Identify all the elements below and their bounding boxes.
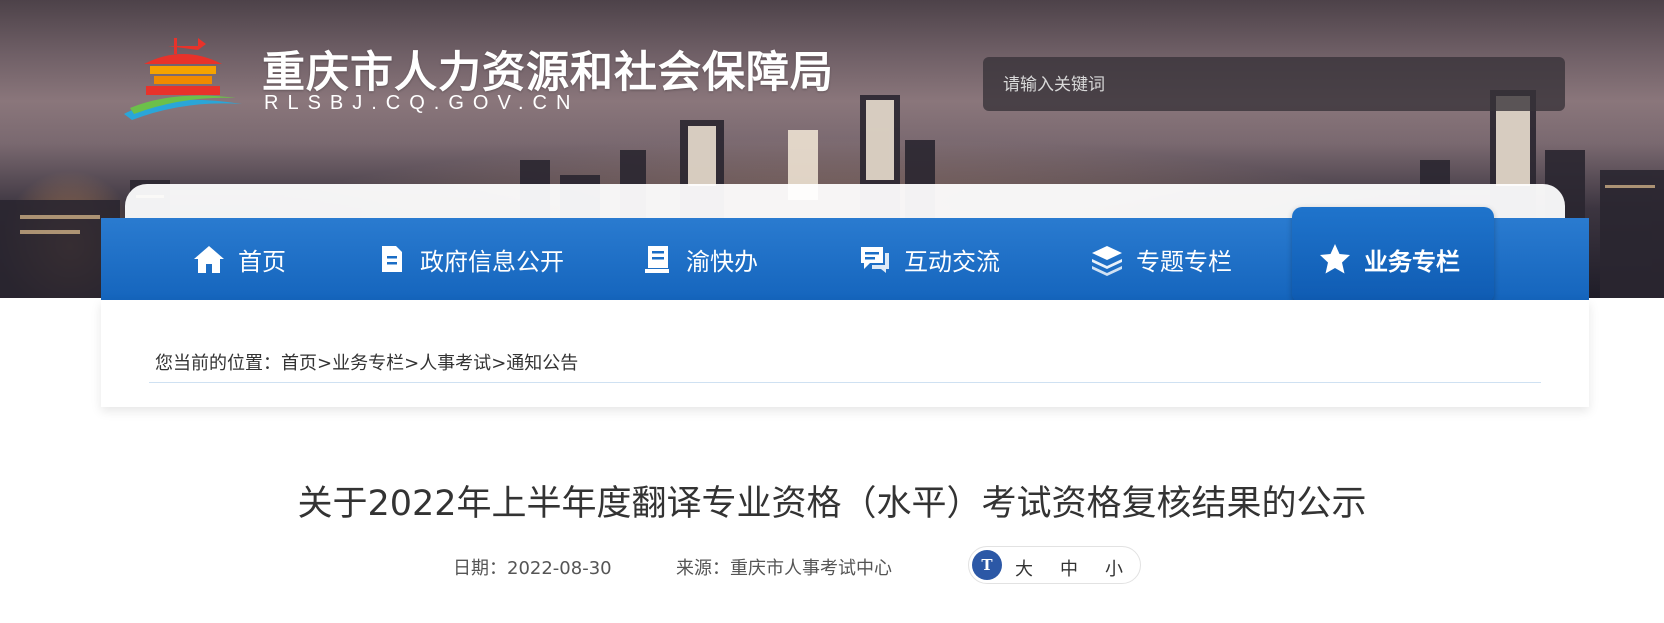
text-size-icon: T xyxy=(972,550,1002,580)
breadcrumb: 您当前的位置：首页>业务专栏>人事考试>通知公告 xyxy=(155,349,578,375)
bureau-logo xyxy=(124,38,242,120)
breadcrumb-divider xyxy=(149,382,1541,383)
home-icon xyxy=(194,246,224,273)
nav-item-yukuaiban[interactable]: 渝快办 xyxy=(640,218,758,300)
date-label: 日期： xyxy=(453,558,507,579)
breadcrumb-link-exam[interactable]: 人事考试 xyxy=(419,353,491,374)
search-input[interactable] xyxy=(1001,57,1551,113)
font-size-medium[interactable]: 中 xyxy=(1060,555,1078,581)
nav-item-label: 首页 xyxy=(238,247,286,276)
site-title: 重庆市人力资源和社会保障局 xyxy=(262,48,834,98)
font-size-small[interactable]: 小 xyxy=(1105,555,1123,581)
nav-item-topics[interactable]: 专题专栏 xyxy=(1090,218,1232,300)
breadcrumb-link-business[interactable]: 业务专栏 xyxy=(332,353,404,374)
breadcrumb-prefix: 您当前的位置： xyxy=(155,353,281,374)
nav-item-label: 业务专栏 xyxy=(1364,247,1460,276)
star-icon xyxy=(1320,244,1350,274)
date-value: 2022-08-30 xyxy=(507,558,612,579)
source-label: 来源： xyxy=(676,558,730,579)
source-value: 重庆市人事考试中心 xyxy=(730,558,892,579)
site-domain: RLSBJ.CQ.GOV.CN xyxy=(264,92,580,114)
nav-item-gov-info[interactable]: 政府信息公开 xyxy=(374,218,564,300)
article-title: 关于2022年上半年度翻译专业资格（水平）考试资格复核结果的公示 xyxy=(297,484,1367,524)
nav-item-label: 政府信息公开 xyxy=(420,247,564,276)
breadcrumb-separator: > xyxy=(317,353,333,374)
breadcrumb-separator: > xyxy=(491,353,507,374)
chat-icon xyxy=(861,247,889,273)
nav-item-label: 互动交流 xyxy=(904,247,1000,276)
article-date: 日期：2022-08-30 xyxy=(453,554,612,580)
article-source: 来源：重庆市人事考试中心 xyxy=(676,554,892,580)
breadcrumb-link-notice[interactable]: 通知公告 xyxy=(506,353,578,374)
nav-item-home[interactable]: 首页 xyxy=(192,218,286,300)
breadcrumb-link-home[interactable]: 首页 xyxy=(281,353,317,374)
breadcrumb-separator: > xyxy=(404,353,420,374)
nav-item-business[interactable]: 业务专栏 xyxy=(1318,218,1460,300)
layers-icon xyxy=(1092,246,1122,276)
font-size-control: T 大 中 小 xyxy=(968,546,1141,584)
search-box xyxy=(983,57,1565,113)
nav-item-label: 渝快办 xyxy=(686,247,758,276)
book-icon xyxy=(645,246,669,273)
nav-item-interaction[interactable]: 互动交流 xyxy=(858,218,1000,300)
font-size-large[interactable]: 大 xyxy=(1015,555,1033,581)
nav-item-label: 专题专栏 xyxy=(1136,247,1232,276)
document-icon xyxy=(382,246,402,272)
